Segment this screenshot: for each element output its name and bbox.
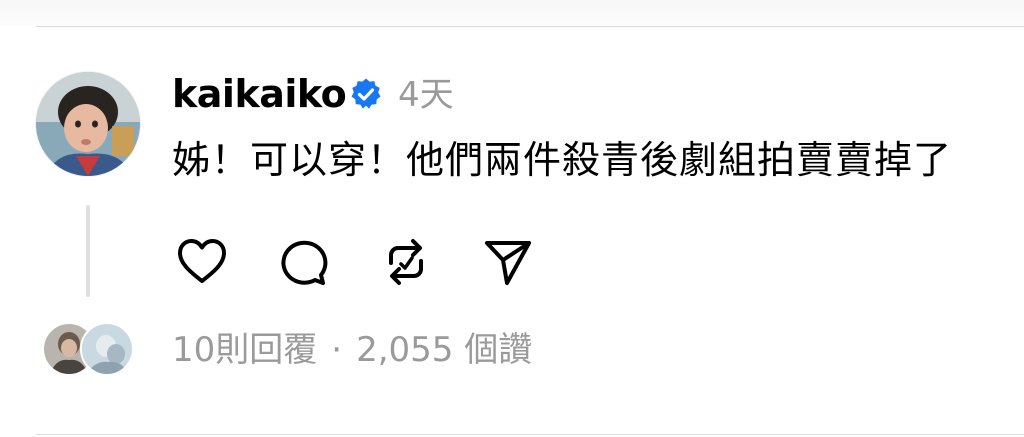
repost-button[interactable] [376, 232, 436, 292]
repost-icon [389, 239, 423, 285]
heart-icon [178, 239, 226, 283]
comment-button[interactable] [272, 232, 332, 292]
verified-badge-icon [348, 77, 384, 113]
divider [36, 434, 1024, 435]
timestamp[interactable]: 4天 [398, 70, 454, 120]
reply-avatars[interactable] [42, 322, 134, 376]
post-text: 姊！可以穿！他們兩件殺青後劇組拍賣賣掉了 [172, 138, 953, 182]
share-button[interactable] [478, 232, 538, 292]
divider [36, 26, 1024, 27]
like-button[interactable] [172, 232, 232, 292]
replies-link[interactable]: 10則回覆 [172, 322, 317, 378]
avatar[interactable] [36, 72, 140, 176]
post-meta: 10則回覆 · 2,055 個讚 [172, 322, 532, 378]
comment-icon [281, 240, 328, 285]
reply-avatar [80, 322, 134, 376]
meta-separator: · [331, 330, 343, 370]
likes-link[interactable]: 2,055 個讚 [356, 322, 532, 378]
top-bar [0, 0, 1024, 26]
username[interactable]: kaikaiko [172, 64, 347, 124]
thread-line [86, 205, 90, 297]
avatar-photo [36, 72, 140, 176]
send-icon [485, 241, 531, 285]
